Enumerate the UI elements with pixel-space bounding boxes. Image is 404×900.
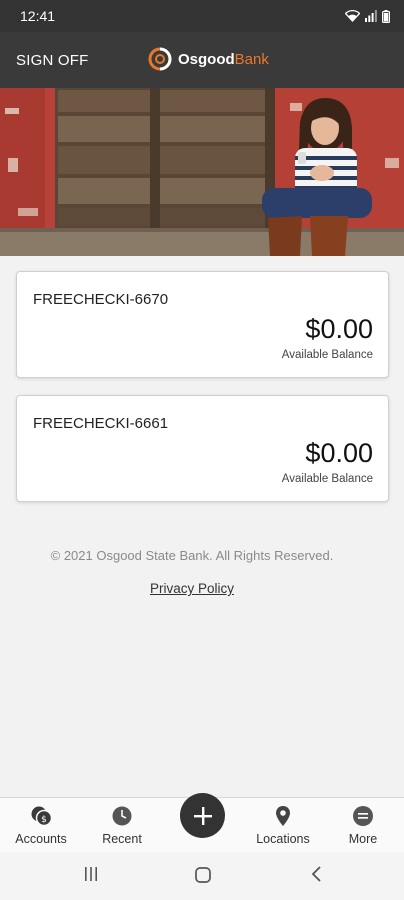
tab-label: More [348, 832, 378, 846]
recent-apps-icon[interactable] [83, 866, 99, 882]
account-name: FREECHECKI-6670 [33, 291, 169, 308]
logo-bank: Bank [234, 50, 269, 68]
signal-icon [365, 10, 377, 22]
system-nav-bar [0, 852, 404, 900]
location-pin-icon [276, 806, 290, 826]
clock-icon [112, 806, 132, 826]
account-card[interactable]: FREECHECKI-6670 $0.00 Available Balance [16, 271, 389, 378]
account-balance-label: Available Balance [281, 473, 373, 485]
tab-label: Locations [256, 832, 310, 846]
accounts-icon: $ [31, 806, 52, 827]
back-icon[interactable] [310, 866, 324, 882]
status-time: 12:41 [20, 8, 56, 24]
sign-off-button[interactable]: SIGN OFF [16, 52, 88, 69]
add-button[interactable] [180, 793, 225, 838]
privacy-policy-link[interactable]: Privacy Policy [0, 581, 384, 596]
logo-mark-icon [148, 47, 172, 71]
battery-icon [382, 9, 390, 23]
plus-icon [193, 806, 212, 825]
tab-label: Accounts [15, 832, 67, 846]
osgood-bank-logo: OsgoodBank [148, 47, 269, 71]
account-balance-label: Available Balance [281, 349, 373, 361]
logo-name: Osgood [178, 50, 235, 68]
tab-locations[interactable]: Locations [243, 798, 323, 853]
wifi-icon [345, 10, 360, 22]
svg-text:$: $ [41, 815, 47, 825]
home-icon[interactable] [194, 866, 212, 884]
status-bar: 12:41 [0, 0, 404, 32]
app-header: SIGN OFF OsgoodBank [0, 32, 404, 88]
tab-more[interactable]: More [323, 798, 403, 853]
hero-banner-image [0, 88, 404, 256]
account-balance: $0.00 [305, 314, 373, 344]
tab-accounts[interactable]: $ Accounts [1, 798, 81, 853]
account-balance: $0.00 [305, 438, 373, 468]
status-icons [345, 9, 390, 23]
tab-recent[interactable]: Recent [82, 798, 162, 853]
account-card[interactable]: FREECHECKI-6661 $0.00 Available Balance [16, 395, 389, 502]
account-name: FREECHECKI-6661 [33, 415, 169, 432]
tab-label: Recent [102, 832, 142, 846]
copyright-text: © 2021 Osgood State Bank. All Rights Res… [50, 548, 334, 563]
more-icon [353, 806, 373, 826]
